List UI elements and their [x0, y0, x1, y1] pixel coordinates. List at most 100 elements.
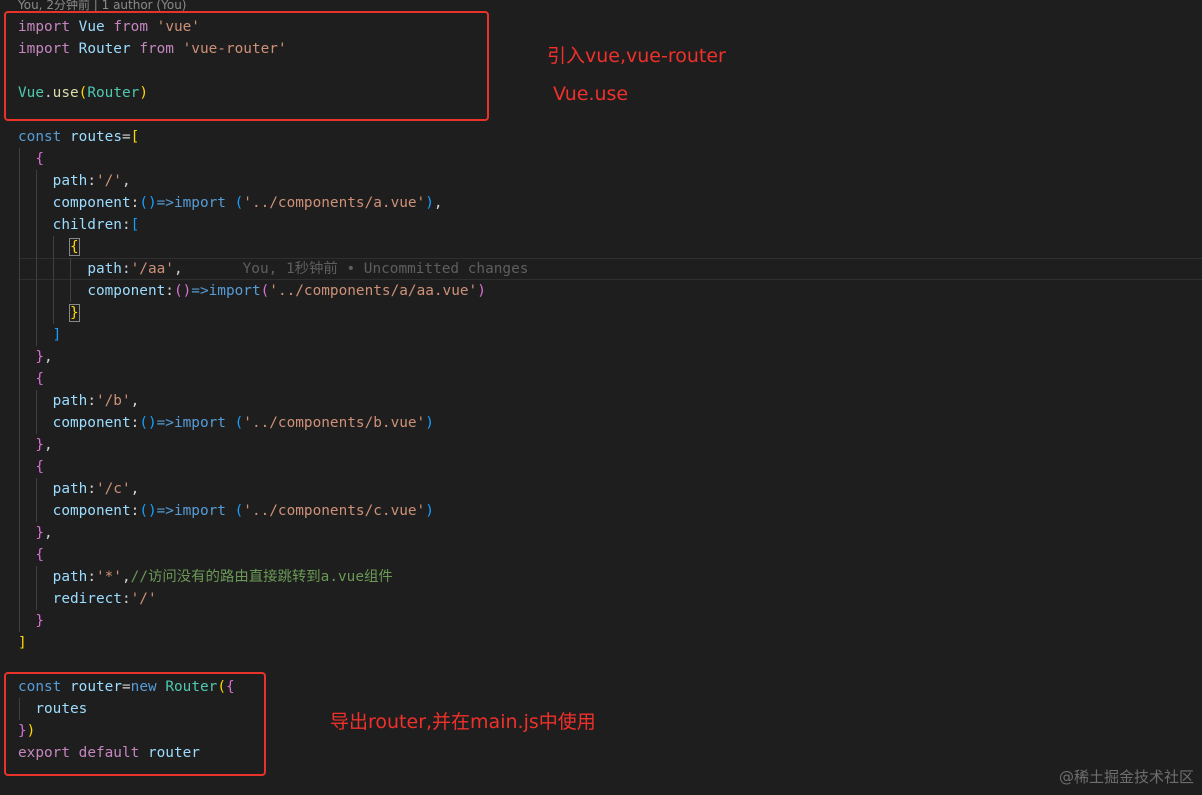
punctuation-token: , — [130, 481, 140, 497]
property-token: path — [52, 173, 88, 189]
bracket-token: ] — [52, 327, 62, 343]
code-line[interactable]: { — [18, 236, 80, 258]
bracket-token: ) — [425, 503, 434, 519]
code-line[interactable]: component:()=>import ('../components/a.v… — [18, 192, 443, 214]
bracket-token: [ — [130, 217, 140, 233]
string-token: '/c' — [95, 481, 131, 497]
bracket-token: () — [139, 195, 157, 211]
string-token: '../components/c.vue' — [243, 503, 426, 519]
bracket-token: { — [35, 151, 44, 167]
bracket-token: } — [35, 525, 44, 541]
code-line[interactable]: }, — [18, 522, 53, 544]
string-token: '/' — [95, 173, 122, 189]
bracket-token: () — [173, 283, 192, 299]
annotation-box-export — [4, 672, 266, 776]
punctuation-token: : — [121, 261, 131, 277]
punctuation-token: : — [130, 415, 140, 431]
inline-blame: You, 1秒钟前 • Uncommitted changes — [242, 261, 529, 277]
bracket-token: () — [139, 415, 157, 431]
code-line[interactable]: ] — [18, 632, 27, 654]
punctuation-token: : — [87, 481, 96, 497]
code-line-const-routes[interactable]: const routes=[ — [18, 126, 139, 148]
bracket-token: } — [35, 349, 44, 365]
bracket-token: { — [69, 238, 80, 256]
code-line[interactable]: } — [18, 302, 80, 324]
code-line[interactable]: { — [18, 544, 44, 566]
bracket-token: ( — [225, 503, 244, 519]
code-line[interactable]: path:'/c', — [18, 478, 140, 500]
string-token: '/' — [130, 591, 157, 607]
keyword-token: import — [173, 195, 226, 211]
keyword-token: import — [208, 283, 261, 299]
comment-token: //访问没有的路由直接跳转到a.vue组件 — [130, 569, 393, 585]
punctuation-token: , — [130, 393, 140, 409]
property-token: component — [52, 195, 131, 211]
code-line[interactable]: redirect:'/' — [18, 588, 157, 610]
operator-token: => — [156, 503, 174, 519]
punctuation-token: , — [44, 349, 53, 365]
property-token: component — [52, 503, 131, 519]
bracket-token: ) — [477, 283, 486, 299]
identifier-token: routes — [70, 129, 122, 145]
punctuation-token: , — [173, 261, 183, 277]
punctuation-token: : — [130, 503, 140, 519]
operator-token: => — [191, 283, 209, 299]
punctuation-token: , — [433, 195, 443, 211]
keyword-token: import — [173, 503, 226, 519]
code-line[interactable]: path:'/', — [18, 170, 131, 192]
string-token: '/aa' — [130, 261, 174, 277]
property-token: path — [87, 261, 122, 277]
punctuation-token: , — [44, 437, 53, 453]
punctuation-token: : — [121, 591, 131, 607]
bracket-token: ( — [260, 283, 270, 299]
property-token: path — [52, 481, 88, 497]
code-line[interactable]: { — [18, 456, 44, 478]
code-line-current[interactable]: path:'/aa', You, 1秒钟前 • Uncommitted chang… — [18, 258, 528, 280]
code-line[interactable]: }, — [18, 346, 53, 368]
punctuation-token: , — [44, 525, 53, 541]
punctuation-token: : — [87, 393, 96, 409]
bracket-token: { — [35, 371, 44, 387]
bracket-token: } — [35, 613, 44, 629]
property-token: component — [52, 415, 131, 431]
bracket-token: } — [35, 437, 44, 453]
punctuation-token: : — [130, 195, 140, 211]
code-line[interactable]: { — [18, 148, 44, 170]
code-line[interactable]: path:'/b', — [18, 390, 140, 412]
string-token: '../components/a.vue' — [243, 195, 426, 211]
string-token: '../components/a/aa.vue' — [269, 283, 478, 299]
string-token: '../components/b.vue' — [243, 415, 426, 431]
bracket-token: { — [35, 547, 44, 563]
code-line[interactable]: path:'*',//访问没有的路由直接跳转到a.vue组件 — [18, 566, 393, 588]
operator-token: => — [156, 195, 174, 211]
property-token: redirect — [52, 591, 122, 607]
punctuation-token: : — [87, 569, 96, 585]
code-line[interactable]: }, — [18, 434, 53, 456]
punctuation-token: , — [121, 569, 131, 585]
code-line[interactable]: { — [18, 368, 44, 390]
code-line[interactable]: component:()=>import ('../components/c.v… — [18, 500, 434, 522]
code-line[interactable]: component:()=>import ('../components/b.v… — [18, 412, 434, 434]
string-token: '/b' — [95, 393, 131, 409]
bracket-token: ( — [225, 415, 244, 431]
code-line[interactable]: } — [18, 610, 44, 632]
operator-token: => — [156, 415, 174, 431]
property-token: path — [52, 393, 88, 409]
punctuation-token: : — [121, 217, 131, 233]
bracket-token: ) — [425, 415, 434, 431]
bracket-token: ] — [18, 635, 27, 651]
punctuation-token: : — [165, 283, 174, 299]
property-token: path — [52, 569, 88, 585]
property-token: children — [52, 217, 122, 233]
bracket-token: } — [69, 304, 80, 322]
operator-token: = — [121, 129, 131, 145]
code-line[interactable]: children:[ — [18, 214, 140, 236]
code-line[interactable]: component:()=>import('../components/a/aa… — [18, 280, 486, 302]
keyword-token: const — [18, 129, 62, 145]
code-line[interactable]: ] — [18, 324, 62, 346]
property-token: component — [87, 283, 166, 299]
bracket-token: [ — [130, 129, 140, 145]
annotation-text-vue-use: Vue.use — [553, 83, 629, 105]
annotation-box-imports — [4, 11, 489, 121]
bracket-token: () — [139, 503, 157, 519]
